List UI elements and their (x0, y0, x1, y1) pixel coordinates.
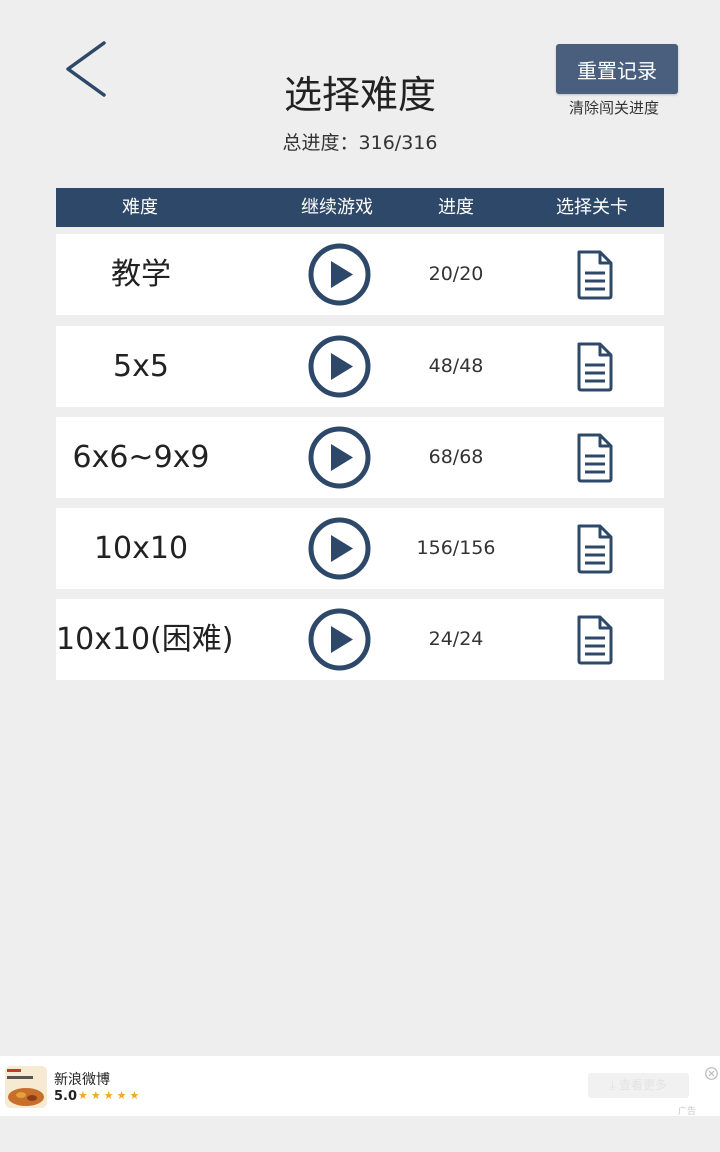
ad-close-button[interactable] (705, 1065, 718, 1080)
select-level-button[interactable] (574, 614, 616, 666)
reset-hint-label: 清除闯关进度 (568, 99, 659, 117)
document-icon (577, 433, 613, 483)
continue-game-button[interactable] (308, 608, 371, 671)
difficulty-row: 5x5 48/48 (56, 326, 664, 407)
total-progress: 总进度：316/316 (282, 132, 438, 154)
select-level-button[interactable] (574, 249, 616, 301)
progress-value: 156/156 (416, 537, 496, 559)
column-header-difficulty: 难度 (122, 197, 158, 218)
column-header-select-level: 选择关卡 (556, 197, 628, 218)
progress-value: 24/24 (428, 628, 484, 650)
progress-value: 68/68 (428, 446, 484, 468)
select-level-button[interactable] (574, 523, 616, 575)
difficulty-row: 教学 20/20 (56, 234, 664, 315)
difficulty-row: 6x6~9x9 68/68 (56, 417, 664, 498)
select-level-button[interactable] (574, 432, 616, 484)
ad-app-name: 新浪微博 (54, 1072, 110, 1088)
difficulty-name: 5x5 (113, 349, 169, 384)
play-circle-icon (308, 335, 371, 398)
difficulty-name: 10x10 (93, 531, 189, 566)
play-circle-icon (308, 517, 371, 580)
document-icon (577, 524, 613, 574)
continue-game-button[interactable] (308, 243, 371, 306)
continue-game-button[interactable] (308, 335, 371, 398)
play-circle-icon (308, 243, 371, 306)
play-circle-icon (308, 608, 371, 671)
ad-banner[interactable]: 新浪微博 5.0 ★★★★★ ⤓ 查看更多 广告 (0, 1056, 720, 1117)
continue-game-button[interactable] (308, 426, 371, 489)
reset-record-button[interactable]: 重置记录 (556, 44, 678, 94)
ad-view-more-button[interactable]: ⤓ 查看更多 (588, 1073, 689, 1098)
column-header-continue: 继续游戏 (301, 197, 373, 218)
ad-tag: 广告 (678, 1107, 697, 1117)
progress-value: 48/48 (428, 355, 484, 377)
progress-value: 20/20 (428, 263, 484, 285)
play-circle-icon (308, 426, 371, 489)
column-header-progress: 进度 (438, 197, 474, 218)
continue-game-button[interactable] (308, 517, 371, 580)
difficulty-name: 6x6~9x9 (72, 440, 210, 475)
difficulty-name: 10x10(困难) (56, 622, 234, 657)
ad-app-thumbnail (5, 1066, 47, 1108)
difficulty-name: 教学 (111, 257, 171, 292)
select-level-button[interactable] (574, 341, 616, 393)
document-icon (577, 615, 613, 665)
difficulty-row: 10x10(困难) 24/24 (56, 599, 664, 680)
document-icon (577, 250, 613, 300)
ad-rating: 5.0 (54, 1089, 78, 1104)
ad-rating-stars: ★★★★★ (78, 1089, 143, 1102)
table-header: 难度 继续游戏 进度 选择关卡 (56, 188, 664, 227)
close-circle-icon (705, 1067, 718, 1080)
document-icon (577, 342, 613, 392)
difficulty-row: 10x10 156/156 (56, 508, 664, 589)
